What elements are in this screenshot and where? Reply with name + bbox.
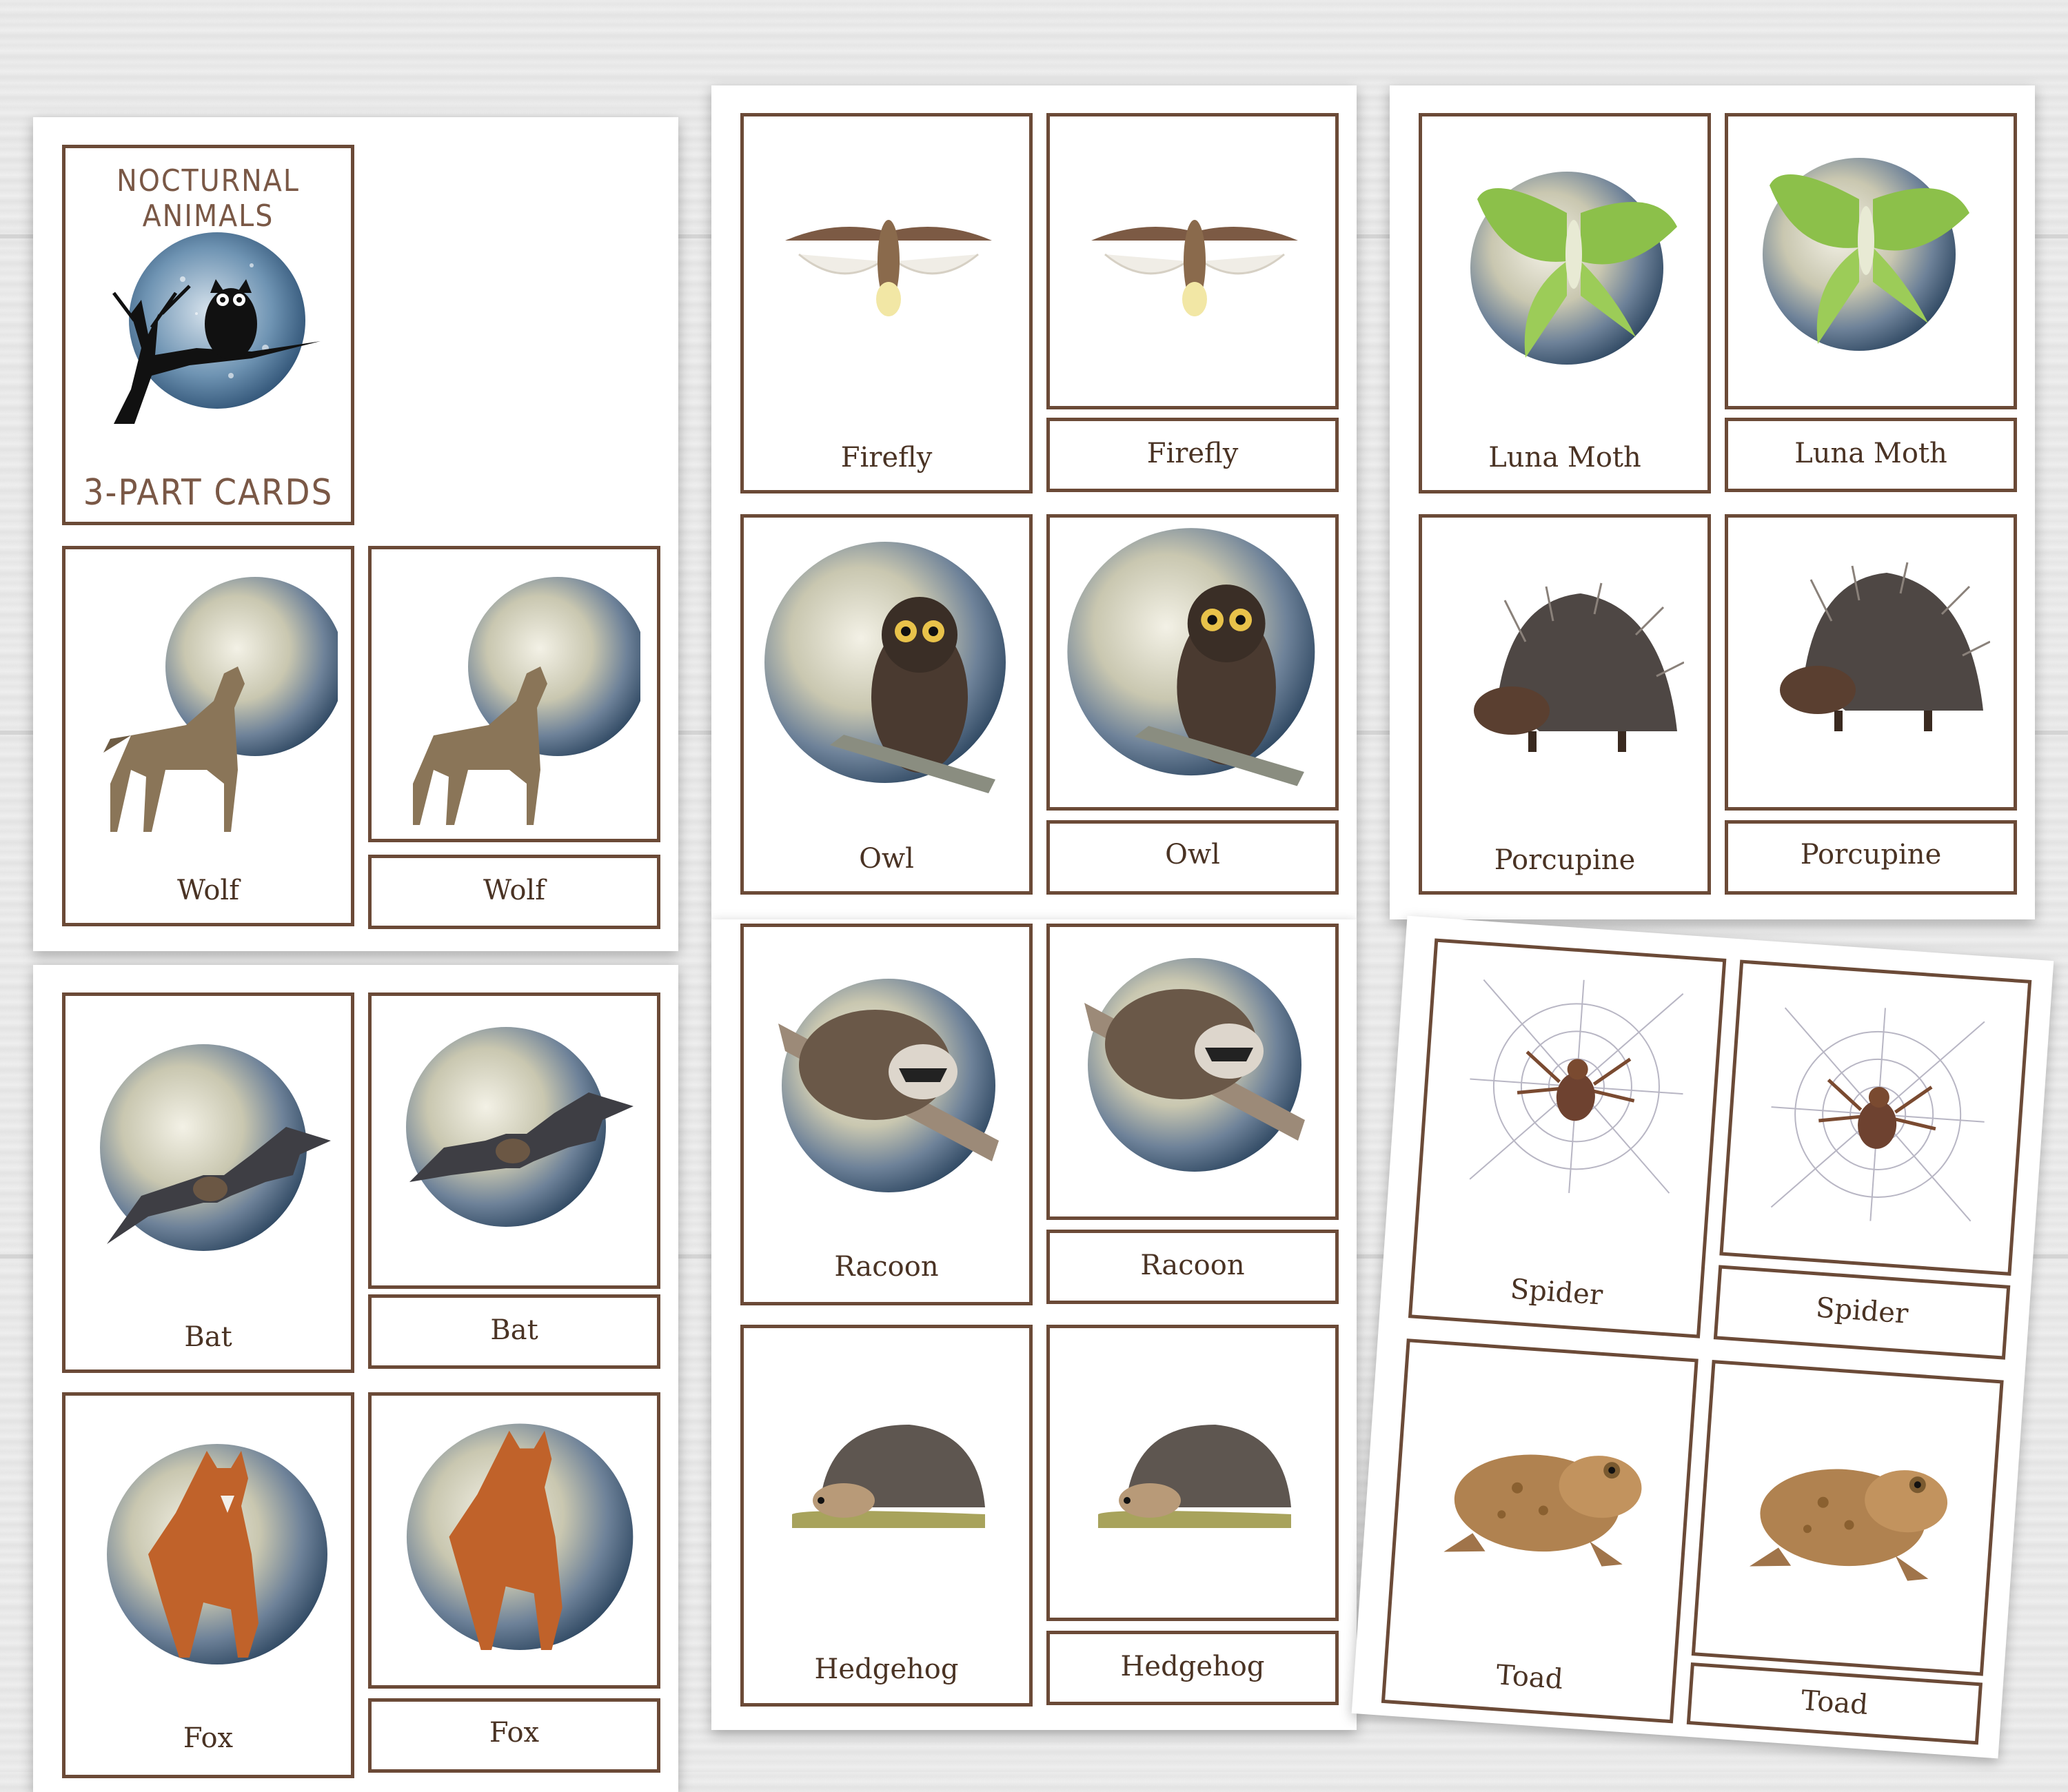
bat-illustration xyxy=(406,1027,633,1227)
card-label: Firefly xyxy=(840,442,933,474)
wolf-illustration xyxy=(413,577,640,825)
card-label: Wolf xyxy=(483,875,546,906)
card-label: Fox xyxy=(489,1717,540,1749)
control-card-owl: Owl xyxy=(740,514,1033,895)
sheet-firefly-owl: Firefly Firefly Owl Owl xyxy=(711,85,1357,919)
control-card-fox: Fox xyxy=(62,1392,354,1778)
toad-illustration xyxy=(1749,1469,1948,1581)
racoon-illustration xyxy=(1084,958,1305,1172)
picture-card-porcupine xyxy=(1725,514,2017,811)
spider-illustration xyxy=(1770,1007,1985,1222)
picture-card-spider xyxy=(1719,959,2032,1276)
label-card-firefly: Firefly xyxy=(1046,418,1339,492)
label-card-toad: Toad xyxy=(1686,1662,1983,1745)
card-label: Bat xyxy=(490,1314,538,1346)
label-card-porcupine: Porcupine xyxy=(1725,820,2017,895)
picture-card-racoon xyxy=(1046,924,1339,1220)
toad-illustration xyxy=(1443,1454,1642,1567)
card-label: Hedgehog xyxy=(1120,1651,1265,1682)
firefly-illustration xyxy=(1091,220,1298,316)
picture-card-firefly xyxy=(1046,113,1339,409)
label-card-owl: Owl xyxy=(1046,820,1339,895)
label-card-wolf: Wolf xyxy=(368,855,660,929)
card-label: Luna Moth xyxy=(1488,442,1641,474)
picture-card-hedgehog xyxy=(1046,1325,1339,1621)
fox-illustration xyxy=(406,1423,633,1650)
luna-moth-illustration xyxy=(1470,172,1677,365)
control-card-racoon: Racoon xyxy=(740,924,1033,1305)
control-card-hedgehog: Hedgehog xyxy=(740,1325,1033,1707)
owl-illustration xyxy=(764,542,1006,793)
bat-illustration xyxy=(100,1044,331,1251)
sheet-racoon-hedgehog: Racoon Racoon Hedgehog Hedgehog xyxy=(711,919,1357,1730)
card-label: Hedgehog xyxy=(814,1653,959,1685)
card-label: Spider xyxy=(1814,1292,1909,1330)
card-label: Porcupine xyxy=(1800,839,1942,870)
label-card-bat: Bat xyxy=(368,1294,660,1369)
label-card-racoon: Racoon xyxy=(1046,1230,1339,1304)
cover-subtitle: 3-PART CARDS xyxy=(83,472,334,513)
picture-card-bat xyxy=(368,992,660,1289)
picture-card-fox xyxy=(368,1392,660,1689)
card-label: Porcupine xyxy=(1494,844,1636,876)
control-card-bat: Bat xyxy=(62,992,354,1373)
control-card-spider: Spider xyxy=(1408,938,1727,1338)
sheet-bat-fox: Bat Bat Fox Fox xyxy=(33,965,678,1792)
card-label: Wolf xyxy=(176,875,240,906)
card-label: Luna Moth xyxy=(1794,438,1947,469)
luna-moth-illustration xyxy=(1763,158,1969,351)
cover-card: NOCTURNAL ANIMALS 3-PART CARDS xyxy=(62,145,354,525)
fox-illustration xyxy=(107,1444,327,1664)
control-card-luna-moth: Luna Moth xyxy=(1419,113,1711,493)
hedgehog-illustration xyxy=(792,1425,985,1528)
card-label: Spider xyxy=(1509,1273,1604,1312)
control-card-porcupine: Porcupine xyxy=(1419,514,1711,895)
sheet-lunamoth-porcupine: Luna Moth Luna Moth Porcupine Porcupine xyxy=(1390,85,2035,919)
wolf-illustration xyxy=(103,577,338,832)
firefly-illustration xyxy=(785,220,992,316)
card-label: Toad xyxy=(1800,1684,1869,1721)
label-card-hedgehog: Hedgehog xyxy=(1046,1631,1339,1705)
card-label: Toad xyxy=(1494,1659,1564,1696)
porcupine-illustration xyxy=(1474,582,1684,752)
control-card-toad: Toad xyxy=(1381,1338,1699,1724)
sheet-spider-toad: Spider Spider Toad Toad xyxy=(1351,915,2054,1759)
card-label: Racoon xyxy=(834,1251,939,1283)
label-card-spider: Spider xyxy=(1713,1265,2011,1360)
picture-card-toad xyxy=(1691,1360,2004,1676)
card-label: Owl xyxy=(1165,839,1220,870)
card-label: Owl xyxy=(859,843,914,875)
card-label: Bat xyxy=(184,1321,232,1353)
owl-moon-illustration xyxy=(112,232,321,424)
card-label: Racoon xyxy=(1140,1250,1245,1281)
spider-illustration xyxy=(1469,979,1684,1194)
picture-card-wolf xyxy=(368,546,660,842)
picture-card-owl xyxy=(1046,514,1339,811)
picture-card-luna-moth xyxy=(1725,113,2017,409)
label-card-luna-moth: Luna Moth xyxy=(1725,418,2017,492)
hedgehog-illustration xyxy=(1098,1425,1291,1528)
control-card-firefly: Firefly xyxy=(740,113,1033,493)
label-card-fox: Fox xyxy=(368,1698,660,1773)
card-label: Fox xyxy=(183,1722,234,1754)
sheet-cover-wolf: NOCTURNAL ANIMALS 3-PART CARDS Wolf Wolf xyxy=(33,117,678,951)
card-label: Firefly xyxy=(1146,438,1239,469)
owl-illustration xyxy=(1067,528,1315,786)
racoon-illustration xyxy=(778,979,999,1192)
control-card-wolf: Wolf xyxy=(62,546,354,926)
porcupine-illustration xyxy=(1780,562,1990,731)
